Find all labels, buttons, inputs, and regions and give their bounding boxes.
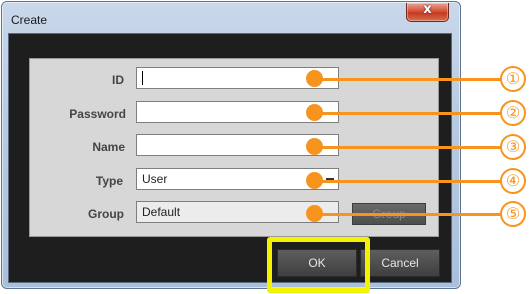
- name-label: Name: [92, 140, 125, 154]
- close-icon: x: [423, 2, 432, 17]
- callout-number-3: ③: [500, 134, 526, 160]
- type-selected-value: User: [142, 172, 168, 186]
- callout-line-4: [312, 180, 502, 183]
- password-label: Password: [69, 107, 126, 121]
- callout-line-2: [312, 112, 502, 115]
- callout-dot-5: [306, 205, 323, 222]
- group-value: Default: [142, 205, 181, 219]
- id-label: ID: [112, 73, 124, 87]
- callout-number-2: ②: [500, 100, 526, 126]
- callout-number-5: ⑤: [500, 201, 526, 227]
- close-button[interactable]: x: [406, 2, 449, 22]
- callout-number-1: ①: [500, 66, 526, 92]
- callout-number-4: ④: [500, 168, 526, 194]
- window-title: Create: [11, 13, 48, 27]
- callout-line-3: [312, 146, 502, 149]
- callout-line-5: [312, 213, 502, 216]
- type-label: Type: [95, 174, 123, 188]
- callout-dot-4: [306, 172, 323, 189]
- callout-line-1: [312, 78, 502, 81]
- callout-dot-3: [306, 138, 323, 155]
- cancel-button[interactable]: Cancel: [360, 249, 440, 277]
- group-label: Group: [88, 207, 124, 221]
- text-caret: [142, 71, 143, 85]
- ok-highlight-box: [267, 237, 370, 293]
- callout-dot-1: [306, 70, 323, 87]
- screenshot-stage: Create x ID Password Name Type User Grou…: [0, 0, 529, 294]
- callout-dot-2: [306, 104, 323, 121]
